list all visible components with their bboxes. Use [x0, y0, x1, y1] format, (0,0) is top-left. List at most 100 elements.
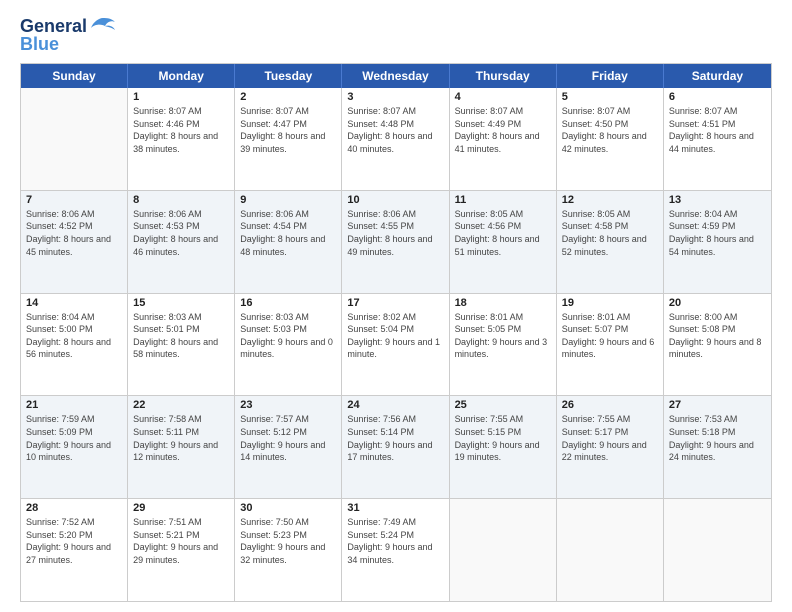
- day-info: Sunrise: 8:07 AMSunset: 4:50 PMDaylight:…: [562, 105, 658, 155]
- calendar-cell-day-18: 18 Sunrise: 8:01 AMSunset: 5:05 PMDayligh…: [450, 294, 557, 396]
- day-info: Sunrise: 7:56 AMSunset: 5:14 PMDaylight:…: [347, 413, 443, 463]
- calendar-header-friday: Friday: [557, 64, 664, 88]
- day-info: Sunrise: 7:59 AMSunset: 5:09 PMDaylight:…: [26, 413, 122, 463]
- day-number: 3: [347, 91, 443, 103]
- calendar-cell-day-13: 13 Sunrise: 8:04 AMSunset: 4:59 PMDayligh…: [664, 191, 771, 293]
- calendar-header-saturday: Saturday: [664, 64, 771, 88]
- day-number: 30: [240, 502, 336, 514]
- day-number: 11: [455, 194, 551, 206]
- day-info: Sunrise: 8:06 AMSunset: 4:53 PMDaylight:…: [133, 208, 229, 258]
- calendar-cell-day-27: 27Sunrise: 7:53 AMSunset: 5:18 PMDayligh…: [664, 396, 771, 498]
- calendar-header-sunday: Sunday: [21, 64, 128, 88]
- day-number: 1: [133, 91, 229, 103]
- day-info: Sunrise: 7:51 AMSunset: 5:21 PMDaylight:…: [133, 516, 229, 566]
- calendar: SundayMondayTuesdayWednesdayThursdayFrid…: [20, 63, 772, 602]
- day-number: 14: [26, 297, 122, 309]
- calendar-body: 1Sunrise: 8:07 AMSunset: 4:46 PMDaylight…: [21, 88, 771, 601]
- day-number: 21: [26, 399, 122, 411]
- day-info: Sunrise: 7:52 AMSunset: 5:20 PMDaylight:…: [26, 516, 122, 566]
- day-number: 6: [669, 91, 766, 103]
- logo-bird-icon: [89, 16, 117, 38]
- day-number: 24: [347, 399, 443, 411]
- calendar-header-thursday: Thursday: [450, 64, 557, 88]
- calendar-cell-empty: [450, 499, 557, 601]
- day-info: Sunrise: 8:04 AMSunset: 4:59 PMDaylight:…: [669, 208, 766, 258]
- day-number: 7: [26, 194, 122, 206]
- day-number: 31: [347, 502, 443, 514]
- calendar-week-2: 7 Sunrise: 8:06 AMSunset: 4:52 PMDaylight…: [21, 190, 771, 293]
- calendar-cell-empty: [21, 88, 128, 190]
- day-info: Sunrise: 8:06 AMSunset: 4:54 PMDaylight:…: [240, 208, 336, 258]
- day-number: 5: [562, 91, 658, 103]
- calendar-cell-day-23: 23 Sunrise: 7:57 AMSunset: 5:12 PMDayligh…: [235, 396, 342, 498]
- day-number: 13: [669, 194, 766, 206]
- day-number: 19: [562, 297, 658, 309]
- day-number: 18: [455, 297, 551, 309]
- calendar-header: SundayMondayTuesdayWednesdayThursdayFrid…: [21, 64, 771, 88]
- day-number: 20: [669, 297, 766, 309]
- day-number: 10: [347, 194, 443, 206]
- calendar-cell-empty: [664, 499, 771, 601]
- calendar-cell-day-25: 25Sunrise: 7:55 AMSunset: 5:15 PMDayligh…: [450, 396, 557, 498]
- calendar-cell-day-4: 4Sunrise: 8:07 AMSunset: 4:49 PMDaylight…: [450, 88, 557, 190]
- day-number: 12: [562, 194, 658, 206]
- calendar-header-wednesday: Wednesday: [342, 64, 449, 88]
- calendar-week-1: 1Sunrise: 8:07 AMSunset: 4:46 PMDaylight…: [21, 88, 771, 190]
- calendar-cell-day-9: 9 Sunrise: 8:06 AMSunset: 4:54 PMDaylight…: [235, 191, 342, 293]
- calendar-cell-day-24: 24 Sunrise: 7:56 AMSunset: 5:14 PMDayligh…: [342, 396, 449, 498]
- day-number: 23: [240, 399, 336, 411]
- calendar-header-tuesday: Tuesday: [235, 64, 342, 88]
- calendar-cell-day-10: 10 Sunrise: 8:06 AMSunset: 4:55 PMDayligh…: [342, 191, 449, 293]
- day-info: Sunrise: 7:57 AMSunset: 5:12 PMDaylight:…: [240, 413, 336, 463]
- day-number: 27: [669, 399, 766, 411]
- calendar-cell-day-7: 7 Sunrise: 8:06 AMSunset: 4:52 PMDaylight…: [21, 191, 128, 293]
- calendar-cell-day-30: 30 Sunrise: 7:50 AMSunset: 5:23 PMDayligh…: [235, 499, 342, 601]
- day-info: Sunrise: 8:00 AMSunset: 5:08 PMDaylight:…: [669, 311, 766, 361]
- day-info: Sunrise: 7:49 AMSunset: 5:24 PMDaylight:…: [347, 516, 443, 566]
- calendar-cell-day-11: 11 Sunrise: 8:05 AMSunset: 4:56 PMDayligh…: [450, 191, 557, 293]
- day-info: Sunrise: 8:06 AMSunset: 4:52 PMDaylight:…: [26, 208, 122, 258]
- day-info: Sunrise: 7:50 AMSunset: 5:23 PMDaylight:…: [240, 516, 336, 566]
- day-number: 26: [562, 399, 658, 411]
- calendar-header-monday: Monday: [128, 64, 235, 88]
- day-info: Sunrise: 8:05 AMSunset: 4:58 PMDaylight:…: [562, 208, 658, 258]
- day-number: 17: [347, 297, 443, 309]
- day-info: Sunrise: 8:07 AMSunset: 4:48 PMDaylight:…: [347, 105, 443, 155]
- calendar-week-4: 21 Sunrise: 7:59 AMSunset: 5:09 PMDayligh…: [21, 395, 771, 498]
- calendar-cell-day-29: 29Sunrise: 7:51 AMSunset: 5:21 PMDayligh…: [128, 499, 235, 601]
- logo-blue: Blue: [20, 34, 59, 55]
- day-number: 16: [240, 297, 336, 309]
- logo: General Blue: [20, 16, 117, 55]
- day-number: 25: [455, 399, 551, 411]
- day-info: Sunrise: 7:55 AMSunset: 5:17 PMDaylight:…: [562, 413, 658, 463]
- header: General Blue: [20, 16, 772, 55]
- day-number: 28: [26, 502, 122, 514]
- day-info: Sunrise: 7:58 AMSunset: 5:11 PMDaylight:…: [133, 413, 229, 463]
- calendar-cell-day-17: 17Sunrise: 8:02 AMSunset: 5:04 PMDayligh…: [342, 294, 449, 396]
- day-info: Sunrise: 8:03 AMSunset: 5:01 PMDaylight:…: [133, 311, 229, 361]
- calendar-cell-day-14: 14Sunrise: 8:04 AMSunset: 5:00 PMDayligh…: [21, 294, 128, 396]
- calendar-cell-day-28: 28 Sunrise: 7:52 AMSunset: 5:20 PMDayligh…: [21, 499, 128, 601]
- calendar-week-3: 14Sunrise: 8:04 AMSunset: 5:00 PMDayligh…: [21, 293, 771, 396]
- calendar-week-5: 28 Sunrise: 7:52 AMSunset: 5:20 PMDayligh…: [21, 498, 771, 601]
- day-info: Sunrise: 8:01 AMSunset: 5:05 PMDaylight:…: [455, 311, 551, 361]
- calendar-cell-day-16: 16 Sunrise: 8:03 AMSunset: 5:03 PMDayligh…: [235, 294, 342, 396]
- calendar-cell-day-20: 20 Sunrise: 8:00 AMSunset: 5:08 PMDayligh…: [664, 294, 771, 396]
- calendar-cell-day-6: 6 Sunrise: 8:07 AMSunset: 4:51 PMDaylight…: [664, 88, 771, 190]
- day-number: 22: [133, 399, 229, 411]
- calendar-cell-day-19: 19Sunrise: 8:01 AMSunset: 5:07 PMDayligh…: [557, 294, 664, 396]
- day-info: Sunrise: 8:06 AMSunset: 4:55 PMDaylight:…: [347, 208, 443, 258]
- day-number: 8: [133, 194, 229, 206]
- day-info: Sunrise: 8:05 AMSunset: 4:56 PMDaylight:…: [455, 208, 551, 258]
- day-number: 9: [240, 194, 336, 206]
- calendar-cell-day-31: 31 Sunrise: 7:49 AMSunset: 5:24 PMDayligh…: [342, 499, 449, 601]
- calendar-cell-day-22: 22 Sunrise: 7:58 AMSunset: 5:11 PMDayligh…: [128, 396, 235, 498]
- calendar-cell-day-5: 5 Sunrise: 8:07 AMSunset: 4:50 PMDaylight…: [557, 88, 664, 190]
- calendar-cell-day-21: 21 Sunrise: 7:59 AMSunset: 5:09 PMDayligh…: [21, 396, 128, 498]
- calendar-cell-day-12: 12 Sunrise: 8:05 AMSunset: 4:58 PMDayligh…: [557, 191, 664, 293]
- calendar-cell-day-2: 2Sunrise: 8:07 AMSunset: 4:47 PMDaylight…: [235, 88, 342, 190]
- day-info: Sunrise: 8:07 AMSunset: 4:51 PMDaylight:…: [669, 105, 766, 155]
- day-info: Sunrise: 8:03 AMSunset: 5:03 PMDaylight:…: [240, 311, 336, 361]
- day-number: 2: [240, 91, 336, 103]
- calendar-cell-day-3: 3 Sunrise: 8:07 AMSunset: 4:48 PMDaylight…: [342, 88, 449, 190]
